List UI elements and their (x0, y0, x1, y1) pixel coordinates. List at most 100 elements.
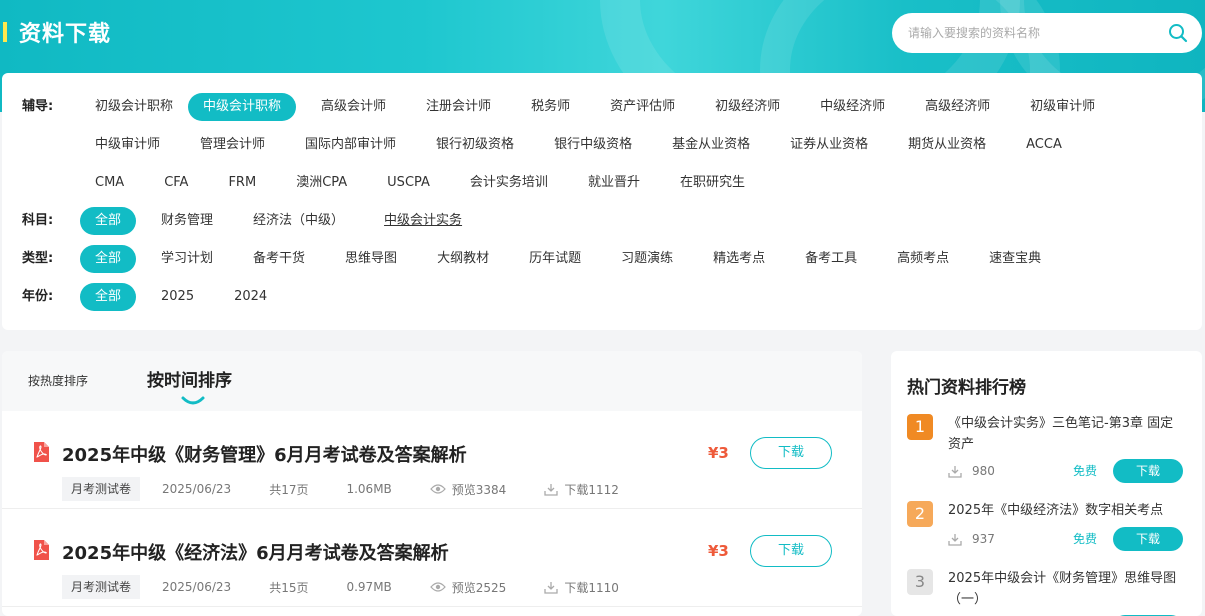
filter-option[interactable]: 期货从业资格 (893, 131, 1001, 159)
filter-option[interactable]: 国际内部审计师 (290, 131, 411, 159)
filter-option-active[interactable]: 全部 (80, 207, 137, 235)
filter-option[interactable]: USCPA (372, 169, 445, 197)
eye-icon (429, 582, 446, 592)
filter-option[interactable]: 中级审计师 (80, 131, 175, 159)
tab-sort-hot[interactable]: 按热度排序 (28, 351, 88, 411)
item-title[interactable]: 2025年中级《经济法》6月月考试卷及答案解析 (62, 539, 449, 565)
filter-option[interactable]: 初级经济师 (700, 93, 795, 121)
pdf-icon (34, 442, 49, 462)
free-label: 免费 (1073, 532, 1098, 546)
filter-option[interactable]: 银行初级资格 (421, 131, 529, 159)
resource-list: 按热度排序 按时间排序 2025年中级《财务管理》6月月考试卷及答案解析 ¥3 … (2, 351, 862, 616)
filter-option[interactable]: 澳洲CPA (281, 169, 362, 197)
ranking-title: 热门资料排行榜 (907, 378, 1026, 398)
filter-panel: 辅导: 初级会计职称 中级会计职称 高级会计师 注册会计师 税务师 资产评估师 … (2, 73, 1202, 330)
item-pages: 共15页 (269, 580, 309, 595)
filter-option[interactable]: 2024 (219, 283, 282, 311)
filter-option[interactable]: 税务师 (516, 93, 585, 121)
filter-option[interactable]: 资产评估师 (595, 93, 690, 121)
filter-option[interactable]: 高级经济师 (910, 93, 1005, 121)
filter-option[interactable]: 管理会计师 (185, 131, 280, 159)
filter-option-hover[interactable]: 中级会计实务 (369, 207, 477, 235)
rank-item-meta: 980 (948, 460, 995, 482)
filter-option[interactable]: 历年试题 (514, 245, 596, 273)
filter-row-subject: 全部 财务管理 经济法（中级） 中级会计实务 (80, 207, 477, 235)
filter-label-subject: 科目: (22, 213, 54, 228)
filter-option[interactable]: ACCA (1011, 131, 1077, 159)
filter-option-active[interactable]: 全部 (80, 245, 137, 273)
filter-option[interactable]: 注册会计师 (411, 93, 506, 121)
item-preview: 预览2525 (429, 579, 506, 596)
item-size: 0.97MB (346, 580, 392, 594)
sort-bar: 按热度排序 按时间排序 (2, 351, 862, 411)
item-pages: 共17页 (269, 482, 309, 497)
rank-download-count: 937 (972, 532, 995, 546)
filter-option[interactable]: CFA (149, 169, 203, 197)
pdf-icon (34, 540, 49, 560)
filter-option[interactable]: CMA (80, 169, 139, 197)
filter-option[interactable]: 备考干货 (238, 245, 320, 273)
filter-option[interactable]: 思维导图 (330, 245, 412, 273)
filter-option[interactable]: 财务管理 (146, 207, 228, 235)
rank-number-badge: 3 (907, 569, 933, 595)
filter-option-active[interactable]: 全部 (80, 283, 137, 311)
filter-option[interactable]: 初级会计职称 (80, 93, 188, 121)
item-price: ¥3 (708, 444, 729, 462)
item-size: 1.06MB (346, 482, 392, 496)
search-icon[interactable] (1168, 23, 1188, 43)
filter-option[interactable]: 习题演练 (606, 245, 688, 273)
filter-option[interactable]: 基金从业资格 (657, 131, 765, 159)
item-meta: 月考测试卷 2025/06/23 共17页 1.06MB 预览3384 下载11… (62, 477, 657, 501)
item-download-count: 下载1112 (564, 482, 619, 497)
download-icon (544, 581, 558, 594)
search-box[interactable] (892, 13, 1202, 53)
item-preview-count: 预览3384 (451, 482, 507, 497)
item-date: 2025/06/23 (162, 482, 232, 496)
filter-row-category-1: 初级会计职称 中级会计职称 高级会计师 注册会计师 税务师 资产评估师 初级经济… (80, 93, 1110, 121)
rank-item-title[interactable]: 2025年《中级经济法》数字相关考点 (948, 500, 1184, 521)
filter-option[interactable]: 2025 (146, 283, 209, 311)
title-accent-bar (3, 22, 7, 42)
filter-option[interactable]: 精选考点 (698, 245, 780, 273)
download-button[interactable]: 下载 (750, 535, 832, 567)
download-icon (948, 465, 962, 478)
filter-option[interactable]: 中级经济师 (805, 93, 900, 121)
active-tab-indicator-icon (181, 396, 205, 405)
rank-download-button[interactable]: 下载 (1113, 527, 1183, 551)
filter-option[interactable]: 证券从业资格 (775, 131, 883, 159)
filter-option[interactable]: FRM (213, 169, 271, 197)
item-preview: 预览3384 (429, 481, 507, 498)
filter-option[interactable]: 高频考点 (882, 245, 964, 273)
item-downloads: 下载1110 (544, 579, 619, 596)
filter-option[interactable]: 银行中级资格 (539, 131, 647, 159)
filter-option[interactable]: 经济法（中级） (238, 207, 359, 235)
rank-download-count: 980 (972, 464, 995, 478)
page-title-wrap: 资料下载 (0, 18, 112, 47)
filter-option[interactable]: 就业晋升 (573, 169, 655, 197)
download-button[interactable]: 下载 (750, 437, 832, 469)
rank-item-meta: 937 (948, 528, 995, 550)
filter-label-category: 辅导: (22, 99, 54, 114)
filter-option[interactable]: 会计实务培训 (455, 169, 563, 197)
filter-option[interactable]: 速查宝典 (974, 245, 1056, 273)
filter-label-type: 类型: (22, 251, 54, 266)
item-meta: 月考测试卷 2025/06/23 共15页 0.97MB 预览2525 下载11… (62, 575, 657, 599)
filter-option[interactable]: 学习计划 (146, 245, 228, 273)
item-title[interactable]: 2025年中级《财务管理》6月月考试卷及答案解析 (62, 441, 467, 467)
page-title: 资料下载 (19, 22, 112, 47)
filter-row-category-2: 中级审计师 管理会计师 国际内部审计师 银行初级资格 银行中级资格 基金从业资格… (80, 131, 1077, 159)
filter-row-year: 全部 2025 2024 (80, 283, 282, 311)
rank-item-title[interactable]: 《中级会计实务》三色笔记-第3章 固定资产 (948, 413, 1184, 455)
filter-option[interactable]: 大纲教材 (422, 245, 504, 273)
item-price: ¥3 (708, 542, 729, 560)
filter-option-active[interactable]: 中级会计职称 (188, 93, 297, 121)
filter-option[interactable]: 在职研究生 (665, 169, 760, 197)
filter-option[interactable]: 高级会计师 (306, 93, 401, 121)
search-input[interactable] (908, 26, 1158, 40)
rank-download-button[interactable]: 下载 (1113, 459, 1183, 483)
filter-option[interactable]: 备考工具 (790, 245, 872, 273)
eye-icon (429, 484, 446, 494)
rank-item-title[interactable]: 2025年中级会计《财务管理》思维导图（一） (948, 568, 1184, 610)
rank-number-badge: 2 (907, 501, 933, 527)
filter-option[interactable]: 初级审计师 (1015, 93, 1110, 121)
